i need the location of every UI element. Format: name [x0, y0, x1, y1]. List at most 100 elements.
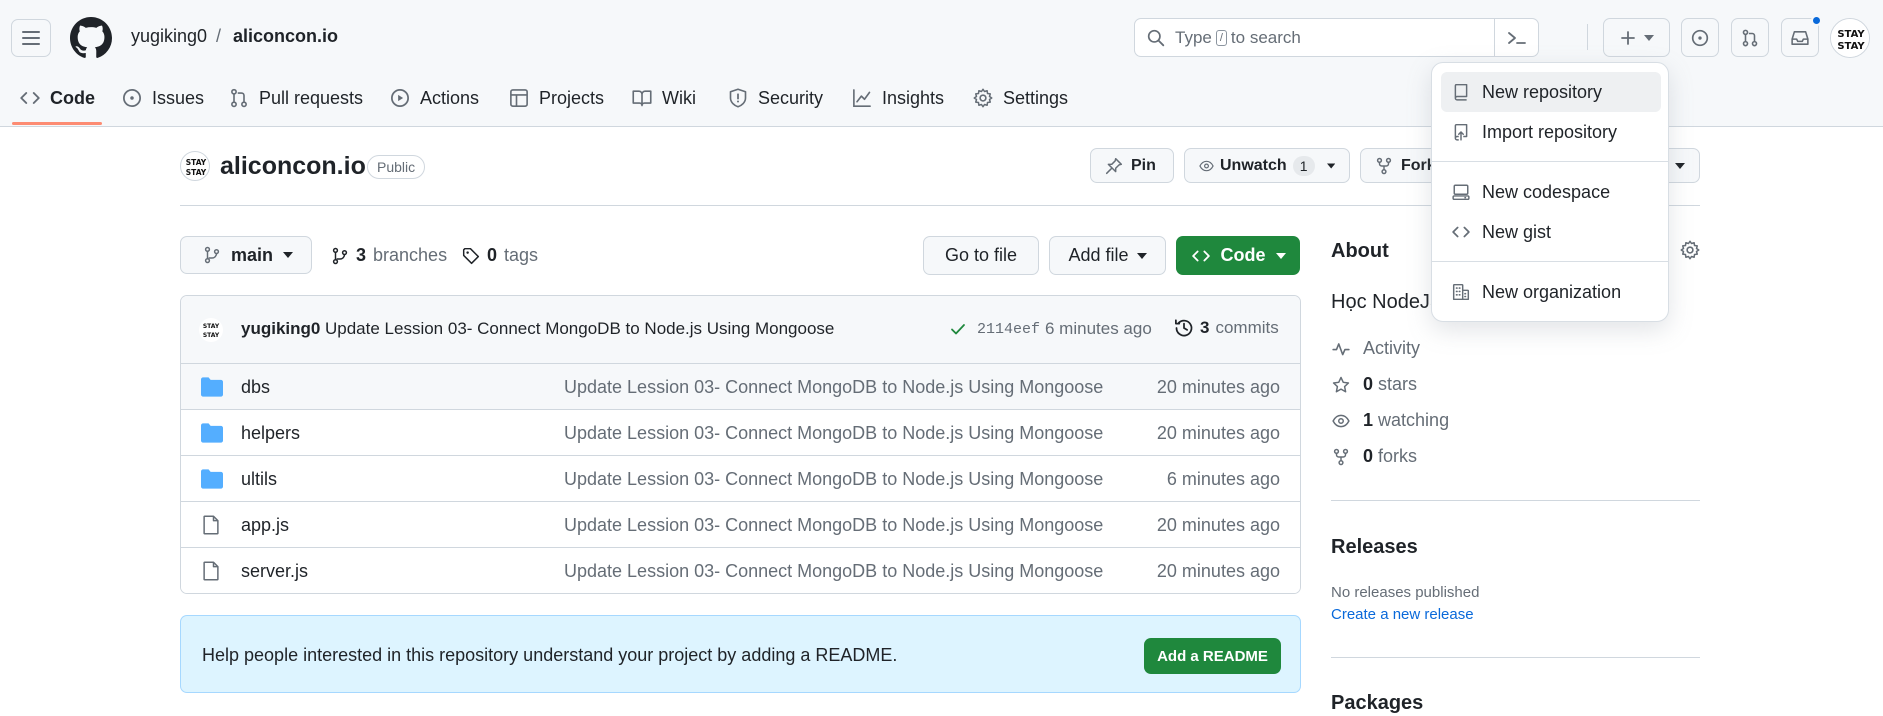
- tab-projects[interactable]: Projects: [509, 84, 604, 112]
- check-icon[interactable]: [949, 321, 967, 337]
- tab-wiki[interactable]: Wiki: [632, 84, 696, 112]
- file-name[interactable]: server.js: [241, 561, 308, 582]
- folder-icon: [201, 423, 223, 443]
- eye-icon: [1332, 414, 1350, 427]
- add-file-button[interactable]: Add file: [1049, 236, 1166, 275]
- sidebar-divider: [1331, 657, 1700, 658]
- issues-header-button[interactable]: [1681, 18, 1719, 57]
- activity-link[interactable]: Activity: [1331, 338, 1420, 359]
- triangle-down-icon: [1275, 252, 1286, 259]
- file-row[interactable]: app.js Update Lession 03- Connect MongoD…: [181, 502, 1300, 548]
- search-icon: [1147, 29, 1165, 47]
- tab-label: Pull requests: [259, 87, 364, 108]
- repo-title[interactable]: aliconcon.io: [220, 152, 366, 181]
- tab-label: Security: [758, 87, 824, 108]
- triangle-down-icon: [1675, 162, 1685, 169]
- go-to-file-button[interactable]: Go to file: [923, 236, 1039, 275]
- file-name[interactable]: helpers: [241, 423, 300, 444]
- tab-code[interactable]: Code: [20, 84, 95, 112]
- file-browser: STAY STAY yugiking0 Update Lession 03- C…: [180, 295, 1301, 594]
- hamburger-icon: [22, 31, 40, 45]
- file-row[interactable]: helpers Update Lession 03- Connect Mongo…: [181, 410, 1300, 456]
- menu-item-new-organization[interactable]: New organization: [1441, 272, 1661, 312]
- file-time: 20 minutes ago: [1156, 561, 1280, 581]
- file-name[interactable]: dbs: [241, 377, 270, 398]
- tab-label: Insights: [882, 87, 945, 108]
- repo-owner-avatar[interactable]: STAY STAY: [180, 151, 210, 181]
- git-branch-icon: [204, 246, 220, 264]
- code-button[interactable]: Code: [1176, 236, 1300, 275]
- watch-counter: 1: [1292, 155, 1315, 176]
- file-time: 20 minutes ago: [1156, 423, 1280, 443]
- watching-link[interactable]: 1 watching: [1331, 410, 1449, 431]
- branch-selector[interactable]: main: [180, 236, 312, 274]
- terminal-icon: [1507, 31, 1526, 44]
- avatar-image: STAY STAY: [186, 158, 207, 177]
- tab-insights[interactable]: Insights: [852, 84, 944, 112]
- breadcrumb-repo[interactable]: aliconcon.io: [233, 26, 338, 47]
- file-commit-message[interactable]: Update Lession 03- Connect MongoDB to No…: [564, 515, 1103, 536]
- packages-heading[interactable]: Packages: [1331, 692, 1423, 715]
- star-icon: [1332, 376, 1350, 392]
- tag-icon: [462, 247, 480, 264]
- releases-heading[interactable]: Releases: [1331, 536, 1418, 559]
- commit-message[interactable]: Update Lession 03- Connect MongoDB to No…: [325, 319, 834, 339]
- stars-link[interactable]: 0 stars: [1331, 374, 1417, 395]
- pin-button[interactable]: Pin: [1090, 148, 1174, 183]
- menu-item-new-codespace[interactable]: New codespace: [1441, 172, 1661, 212]
- tab-label: Actions: [420, 87, 480, 108]
- create-new-menu: New repository Import repository New cod…: [1431, 62, 1669, 322]
- tab-issues[interactable]: Issues: [122, 84, 204, 112]
- user-avatar[interactable]: STAY STAY: [1830, 18, 1870, 58]
- shield-icon: [729, 88, 747, 108]
- avatar-text-top: STAY: [203, 323, 220, 330]
- stars-count: 0: [1363, 374, 1374, 394]
- tags-link[interactable]: 0 tags: [462, 245, 538, 266]
- search-input[interactable]: Type / to search: [1134, 18, 1539, 57]
- forks-link[interactable]: 0 forks: [1331, 446, 1417, 467]
- tab-actions[interactable]: Actions: [390, 84, 479, 112]
- file-commit-message[interactable]: Update Lession 03- Connect MongoDB to No…: [564, 561, 1103, 582]
- create-release-link[interactable]: Create a new release: [1331, 606, 1474, 623]
- commit-sha[interactable]: 2114eef: [977, 321, 1040, 338]
- commits-history-link[interactable]: 3 commits: [1174, 318, 1279, 338]
- file-name[interactable]: app.js: [241, 515, 289, 536]
- command-palette-button[interactable]: [1494, 19, 1538, 56]
- triangle-down-icon: [1643, 34, 1654, 41]
- file-row[interactable]: dbs Update Lession 03- Connect MongoDB t…: [181, 364, 1300, 410]
- commits-label: commits: [1215, 318, 1279, 337]
- file-name[interactable]: ultils: [241, 469, 277, 490]
- header-divider: [1587, 24, 1588, 50]
- tab-pull-requests[interactable]: Pull requests: [229, 84, 363, 112]
- readme-banner-text: Help people interested in this repositor…: [202, 645, 898, 665]
- add-readme-button[interactable]: Add a README: [1144, 638, 1281, 674]
- menu-item-label: New gist: [1482, 221, 1552, 242]
- menu-item-new-gist[interactable]: New gist: [1441, 212, 1661, 252]
- commit-author[interactable]: yugiking0: [241, 319, 320, 339]
- activity-label: Activity: [1363, 338, 1421, 358]
- branches-link[interactable]: 3 branches: [331, 245, 447, 266]
- tab-settings[interactable]: Settings: [973, 84, 1068, 112]
- menu-button[interactable]: [11, 19, 51, 57]
- file-row[interactable]: server.js Update Lession 03- Connect Mon…: [181, 548, 1300, 593]
- organization-icon: [1452, 283, 1470, 301]
- menu-item-new-repository[interactable]: New repository: [1441, 72, 1661, 112]
- pull-requests-header-button[interactable]: [1731, 18, 1769, 57]
- branches-label: branches: [373, 245, 448, 265]
- menu-item-import-repository[interactable]: Import repository: [1441, 112, 1661, 152]
- graph-icon: [853, 89, 871, 107]
- file-commit-message[interactable]: Update Lession 03- Connect MongoDB to No…: [564, 469, 1103, 490]
- unwatch-button[interactable]: Unwatch 1: [1184, 148, 1350, 183]
- file-icon: [203, 561, 219, 581]
- commit-author-avatar[interactable]: STAY STAY: [199, 318, 223, 342]
- file-commit-message[interactable]: Update Lession 03- Connect MongoDB to No…: [564, 423, 1103, 444]
- breadcrumb-owner[interactable]: yugiking0: [131, 26, 207, 47]
- latest-commit-row: STAY STAY yugiking0 Update Lession 03- C…: [181, 296, 1300, 364]
- github-logo-icon[interactable]: [70, 17, 112, 59]
- gear-icon[interactable]: [1680, 240, 1700, 260]
- file-commit-message[interactable]: Update Lession 03- Connect MongoDB to No…: [564, 377, 1103, 398]
- tab-security[interactable]: Security: [728, 84, 823, 112]
- create-new-button[interactable]: [1603, 18, 1670, 57]
- file-icon: [203, 515, 219, 535]
- file-row[interactable]: ultils Update Lession 03- Connect MongoD…: [181, 456, 1300, 502]
